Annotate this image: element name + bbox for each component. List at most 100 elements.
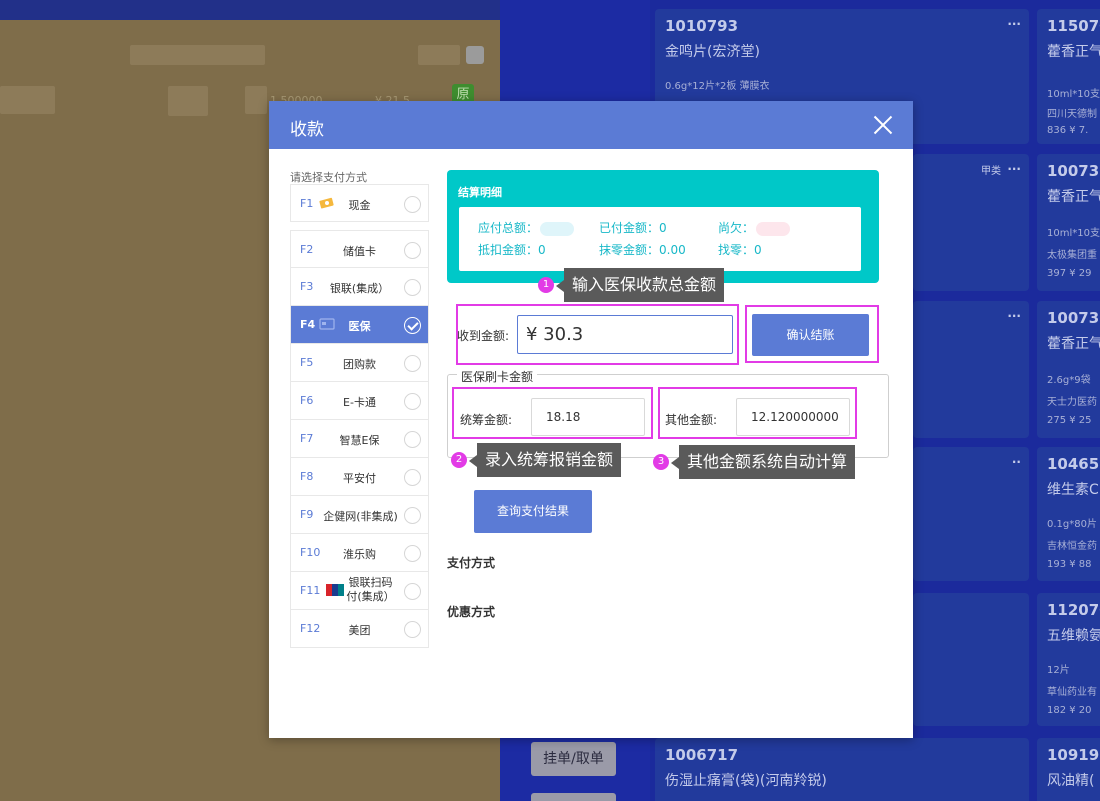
pay-method-label: 企健网(非集成) <box>323 510 398 523</box>
pay-method-label: 智慧E保 <box>339 434 380 447</box>
pay-method-unionpay-scan[interactable]: F11 银联扫码 付(集成） <box>290 572 429 610</box>
confirm-checkout-button[interactable]: 确认结账 <box>752 314 869 356</box>
product-card[interactable]: 112070 五维赖氨 12片 草仙药业有 182 ¥ 20 <box>1037 593 1100 726</box>
received-label: 收到金额: <box>457 329 510 343</box>
settlement-details: 应付总额： 已付金额：0 尚欠： 抵扣金额：0 抹零金额：0.00 找零：0 <box>459 207 861 271</box>
pay-method-group-buy[interactable]: F5 团购款 <box>290 344 429 382</box>
radio-button[interactable] <box>404 196 421 213</box>
shortcut-key: F9 <box>300 508 314 521</box>
product-card[interactable]: ··· <box>913 301 1029 438</box>
unionpay-icon <box>326 584 344 596</box>
background-top-strip <box>0 0 500 20</box>
more-icon[interactable]: ··· <box>1007 17 1021 31</box>
pooled-amount-input[interactable]: 18.18 <box>531 398 645 436</box>
due-total-label: 应付总额： <box>478 221 539 235</box>
other-amount-input[interactable]: 12.120000000 <box>736 398 850 436</box>
owed-label: 尚欠： <box>718 221 755 235</box>
background-mini-button <box>466 46 484 64</box>
owed-amount: 尚欠： <box>718 219 791 236</box>
product-code: 112070 <box>1047 601 1100 619</box>
radio-button[interactable] <box>404 279 421 296</box>
annotation-badge-3: 3 <box>653 454 669 470</box>
annotation-badge-1: 1 <box>538 277 554 293</box>
blurred-image <box>245 86 267 114</box>
modal-header: 收款 <box>269 101 913 149</box>
product-spec: 10ml*10支 <box>1047 89 1100 100</box>
product-maker: 天士力医药 <box>1047 397 1097 408</box>
more-icon[interactable]: ··· <box>1007 162 1021 176</box>
radio-button[interactable] <box>404 393 421 410</box>
blurred-value <box>756 221 791 236</box>
product-spec: 0.6g*12片*2板 薄膜衣 <box>665 81 770 92</box>
close-icon[interactable] <box>873 115 893 135</box>
product-code: 104655 <box>1047 455 1100 473</box>
product-code: 100736 <box>1047 309 1100 327</box>
pay-method-label: 现金 <box>348 199 371 212</box>
pay-method-label: 淮乐购 <box>343 548 376 561</box>
pay-method-prompt: 请选择支付方式 <box>290 171 367 184</box>
shortcut-key: F10 <box>300 546 321 559</box>
product-maker: 四川天德制 <box>1047 109 1097 120</box>
blurred-text <box>0 86 55 114</box>
query-payment-result-button[interactable]: 查询支付结果 <box>474 490 592 533</box>
pay-method-qijian[interactable]: F9 企健网(非集成) <box>290 496 429 534</box>
product-price: 193 ¥ 88 <box>1047 559 1092 570</box>
product-card[interactable]: 甲类 ··· <box>913 154 1029 291</box>
product-card[interactable]: 109193 风油精( <box>1037 738 1100 801</box>
product-card[interactable]: 100736 藿香正气 10ml*10支 太极集团重 397 ¥ 29 <box>1037 154 1100 291</box>
product-card[interactable] <box>913 593 1029 726</box>
product-card[interactable]: 104655 维生素C 0.1g*80片 吉林恒金药 193 ¥ 88 <box>1037 447 1100 581</box>
radio-button[interactable] <box>404 507 421 524</box>
radio-button[interactable] <box>404 583 421 600</box>
product-code: 109193 <box>1047 746 1100 764</box>
radio-button[interactable] <box>404 621 421 638</box>
settlement-panel: 结算明细 应付总额： 已付金额：0 尚欠： 抵扣金额：0 抹零金额：0.00 找… <box>447 170 879 283</box>
annotation-tip-2: 录入统筹报销金额 <box>468 443 622 477</box>
product-card[interactable]: ·· <box>913 447 1029 581</box>
product-card[interactable]: 100736 藿香正气 2.6g*9袋 天士力医药 275 ¥ 25 <box>1037 301 1100 438</box>
pay-method-cash[interactable]: F1 现金 <box>290 184 429 222</box>
product-spec: 10ml*10支 <box>1047 228 1100 239</box>
product-spec: 0.1g*80片 <box>1047 519 1097 530</box>
pay-method-e-card[interactable]: F6 E-卡通 <box>290 382 429 420</box>
annotation-tip-3: 其他金额系统自动计算 <box>670 445 856 479</box>
product-code: 100736 <box>1047 162 1100 180</box>
pay-method-label: E-卡通 <box>343 396 376 409</box>
blurred-image <box>168 86 208 116</box>
other-label: 其他金额: <box>665 413 718 427</box>
radio-button[interactable] <box>404 355 421 372</box>
pay-method-huailegou[interactable]: F10 淮乐购 <box>290 534 429 572</box>
pay-method-label: 银联(集成） <box>329 282 390 295</box>
radio-button[interactable] <box>404 242 421 259</box>
pay-method-medical-insurance[interactable]: F4 医保 <box>290 306 429 344</box>
settlement-title: 结算明细 <box>458 186 502 199</box>
shortcut-key: F12 <box>300 622 321 635</box>
product-name: 伤湿止痛膏(袋)(河南羚锐) <box>665 773 827 789</box>
product-code: 1006717 <box>665 746 739 764</box>
radio-button[interactable] <box>404 431 421 448</box>
more-icon[interactable]: ··· <box>1007 309 1021 323</box>
product-name: 藿香正气 <box>1047 189 1100 205</box>
shortcut-key: F4 <box>300 318 316 331</box>
deduct-amount: 抵扣金额：0 <box>478 243 546 257</box>
product-card[interactable]: 115070 藿香正气 10ml*10支 四川天德制 836 ¥ 7. <box>1037 9 1100 144</box>
pay-method-meituan[interactable]: F12 美团 <box>290 610 429 648</box>
pay-method-unionpay[interactable]: F3 银联(集成） <box>290 268 429 306</box>
pay-method-pingan-pay[interactable]: F8 平安付 <box>290 458 429 496</box>
pay-method-stored-card[interactable]: F2 储值卡 <box>290 230 429 268</box>
radio-button[interactable] <box>404 469 421 486</box>
radio-button[interactable] <box>404 545 421 562</box>
category-tag: 甲类 <box>981 166 1001 177</box>
product-spec: 2.6g*9袋 <box>1047 375 1091 386</box>
radio-button-checked[interactable] <box>404 317 421 334</box>
blurred-value <box>540 221 575 236</box>
received-amount-input[interactable]: ¥ 30.3 <box>517 315 733 354</box>
more-icon[interactable]: ·· <box>1012 455 1021 469</box>
pay-method-smart-e-insurance[interactable]: F7 智慧E保 <box>290 420 429 458</box>
hold-order-button[interactable]: 挂单/取单 <box>531 742 616 776</box>
background-button[interactable] <box>531 793 616 801</box>
product-maker: 吉林恒金药 <box>1047 541 1097 552</box>
product-name: 藿香正气 <box>1047 44 1100 60</box>
blurred-text <box>418 45 460 65</box>
product-card[interactable]: 1006717 伤湿止痛膏(袋)(河南羚锐) <box>655 738 1029 801</box>
